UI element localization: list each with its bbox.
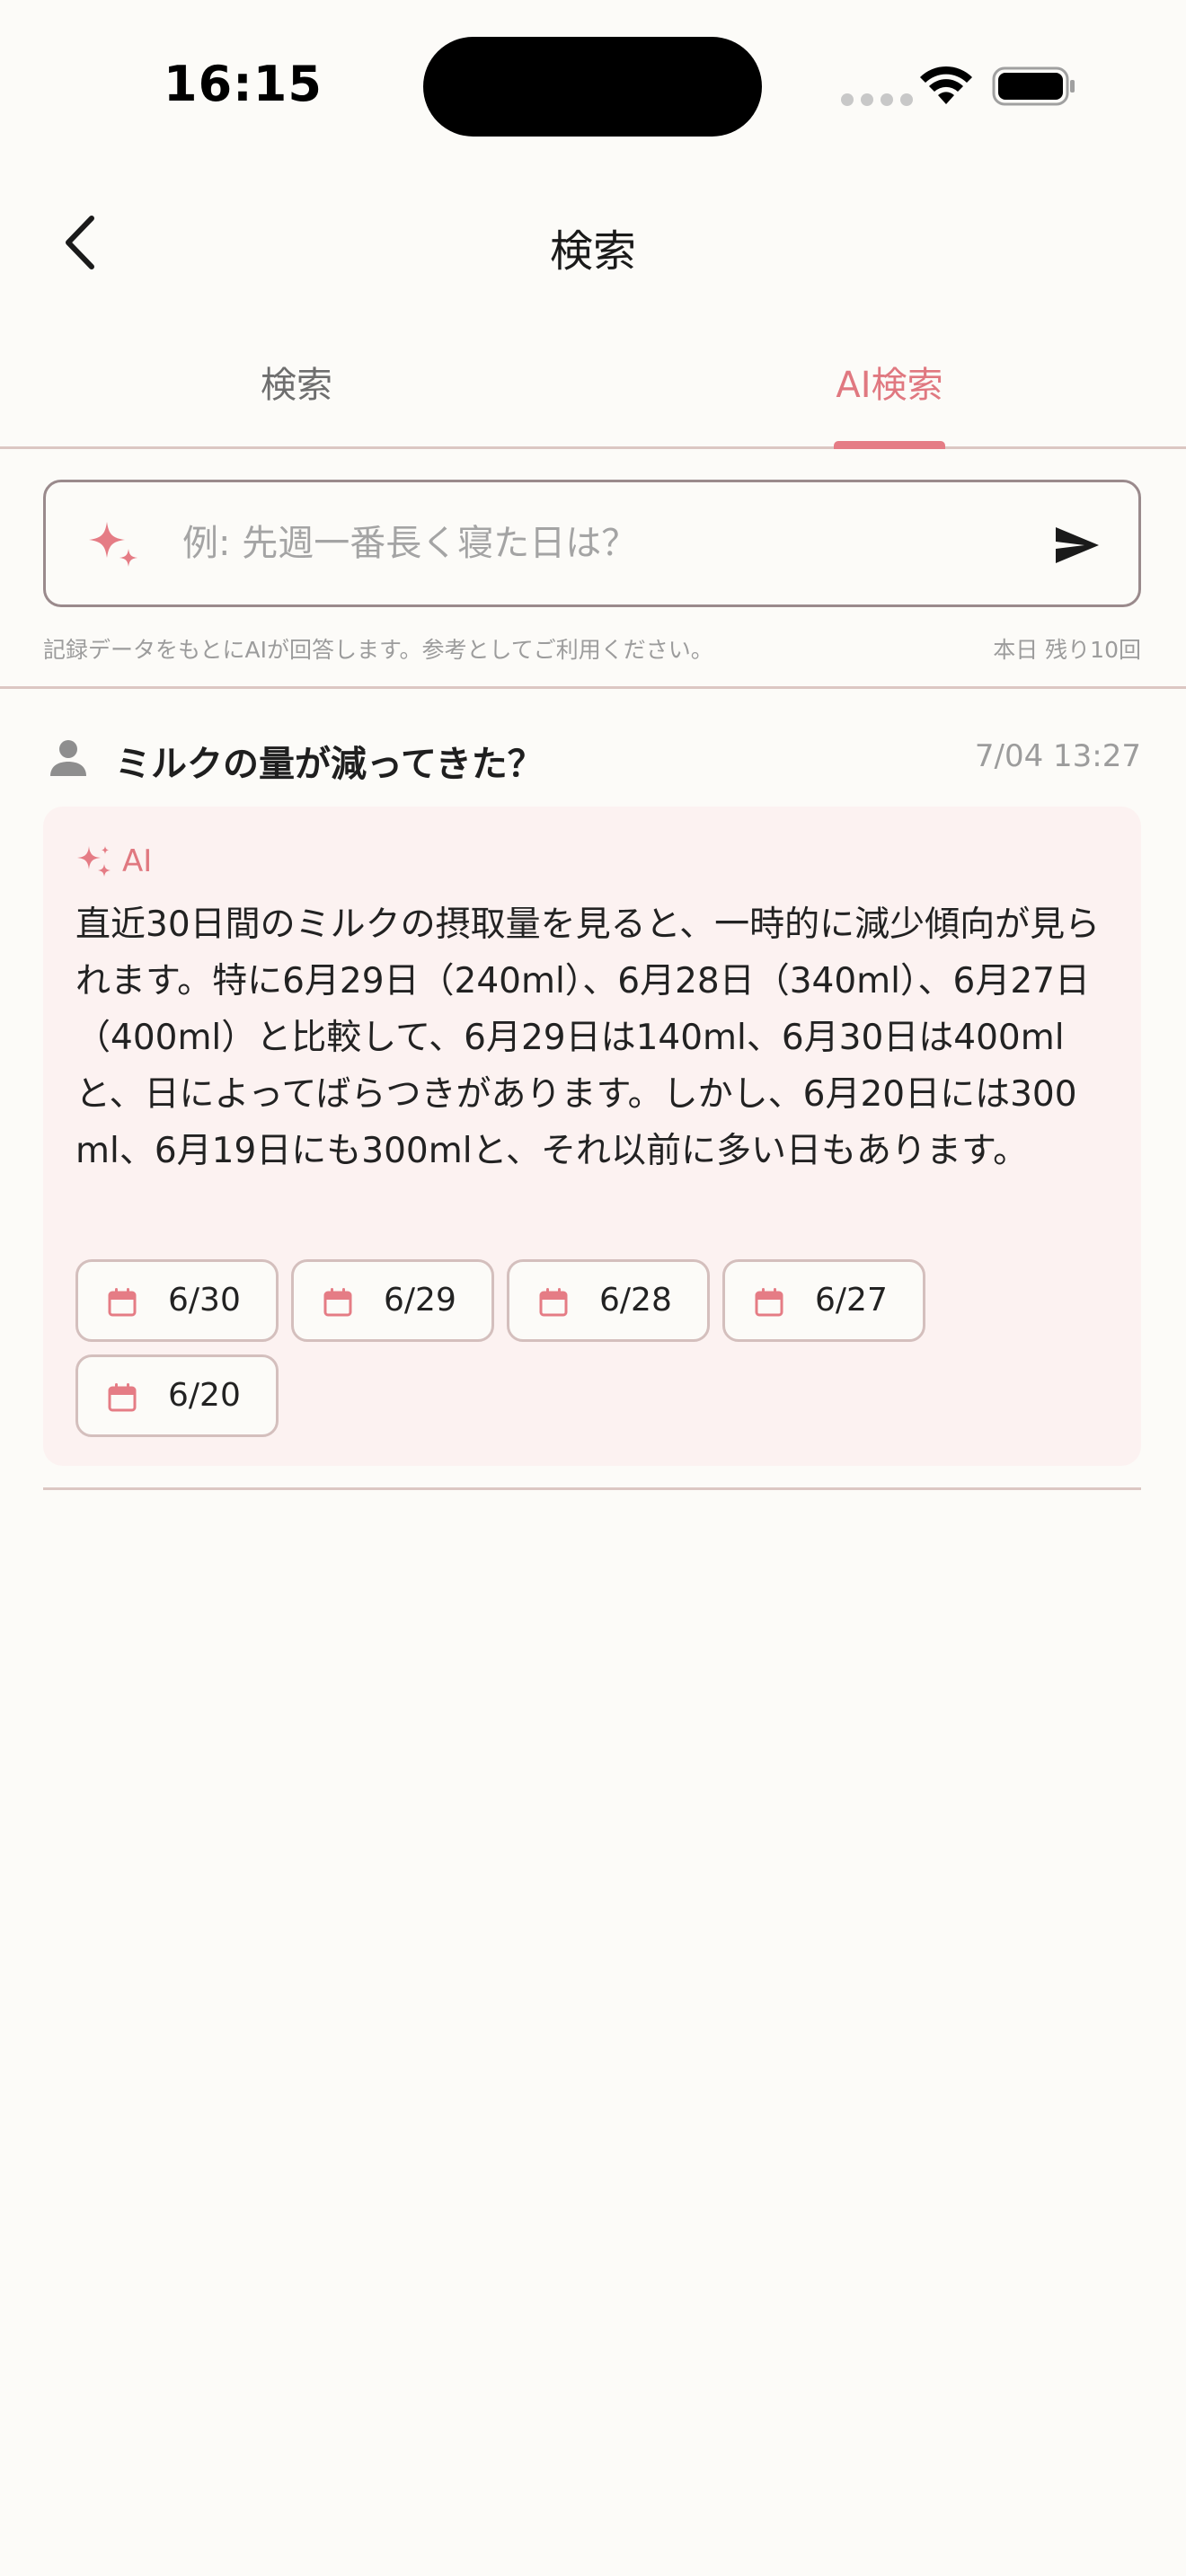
date-chip-list: 6/30 6/29 6/28 6/27 6/20 bbox=[75, 1259, 1109, 1437]
ai-disclaimer: 記録データをもとにAIが回答します。参考としてご利用ください。 bbox=[43, 637, 713, 663]
divider bbox=[0, 686, 1186, 689]
date-chip-label: 6/28 bbox=[599, 1282, 672, 1319]
active-tab-indicator bbox=[834, 441, 945, 449]
calendar-icon bbox=[755, 1288, 783, 1317]
remaining-count: 本日 残り10回 bbox=[993, 637, 1141, 663]
send-button[interactable] bbox=[1049, 518, 1106, 572]
date-chip[interactable]: 6/29 bbox=[291, 1259, 494, 1342]
date-chip-label: 6/20 bbox=[168, 1377, 241, 1414]
battery-icon bbox=[992, 66, 1075, 106]
ai-answer-label: AI bbox=[75, 842, 152, 880]
tab-ai-search[interactable]: AI検索 bbox=[593, 356, 1186, 408]
tab-search[interactable]: 検索 bbox=[0, 356, 593, 408]
date-chip[interactable]: 6/20 bbox=[75, 1354, 279, 1437]
sparkle-icon bbox=[89, 522, 137, 567]
calendar-icon bbox=[108, 1383, 137, 1412]
ai-label-text: AI bbox=[122, 843, 153, 879]
question-timestamp: 7/04 13:27 bbox=[974, 738, 1141, 774]
date-chip-label: 6/27 bbox=[815, 1282, 888, 1319]
user-icon bbox=[50, 740, 86, 776]
cellular-signal-icon bbox=[841, 93, 913, 106]
date-chip[interactable]: 6/30 bbox=[75, 1259, 279, 1342]
header: 検索 bbox=[0, 180, 1186, 305]
question-text: ミルクの量が減ってきた？ bbox=[115, 744, 544, 785]
notice-row: 記録データをもとにAIが回答します。参考としてご利用ください。 本日 残り10回 bbox=[43, 632, 1141, 665]
date-chip[interactable]: 6/28 bbox=[507, 1259, 710, 1342]
divider bbox=[43, 1487, 1141, 1490]
status-bar: 16:15 bbox=[0, 0, 1186, 171]
question-row: ミルクの量が減ってきた？ 7/04 13:27 bbox=[43, 726, 1141, 796]
ai-search-input[interactable] bbox=[182, 507, 991, 579]
tab-bar: 検索 AI検索 bbox=[0, 341, 1186, 449]
calendar-icon bbox=[539, 1288, 568, 1317]
date-chip[interactable]: 6/27 bbox=[722, 1259, 925, 1342]
status-time: 16:15 bbox=[164, 56, 323, 112]
sparkle-icon bbox=[77, 846, 111, 877]
page-title: 検索 bbox=[549, 226, 636, 277]
calendar-icon bbox=[108, 1288, 137, 1317]
ai-search-box bbox=[43, 480, 1141, 607]
calendar-icon bbox=[323, 1288, 352, 1317]
dynamic-island bbox=[423, 37, 762, 137]
date-chip-label: 6/30 bbox=[168, 1282, 241, 1319]
send-icon bbox=[1056, 527, 1099, 563]
date-chip-label: 6/29 bbox=[384, 1282, 456, 1319]
wifi-icon bbox=[920, 66, 972, 104]
ai-answer-text: 直近30日間のミルクの摂取量を見ると、一時的に減少傾向が見られます。特に6月29… bbox=[75, 904, 1101, 1171]
ai-answer-card: AI 直近30日間のミルクの摂取量を見ると、一時的に減少傾向が見られます。特に6… bbox=[43, 807, 1141, 1466]
